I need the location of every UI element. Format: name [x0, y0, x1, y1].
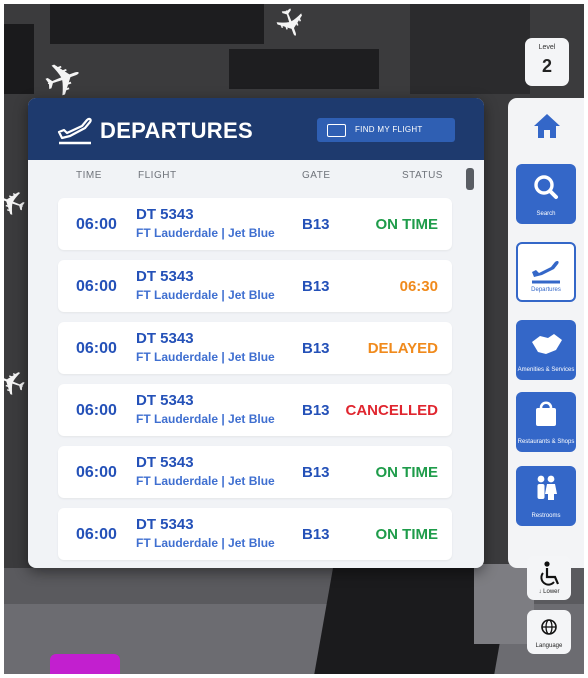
- flight-route: FT Lauderdale | Jet Blue: [136, 288, 275, 302]
- departures-panel: DEPARTURES FIND MY FLIGHT TIME FLIGHT GA…: [28, 98, 484, 568]
- flight-route: FT Lauderdale | Jet Blue: [136, 536, 275, 550]
- flight-route: FT Lauderdale | Jet Blue: [136, 412, 275, 426]
- flight-number: DT 5343: [136, 516, 194, 533]
- flight-status: ON TIME: [375, 216, 439, 233]
- flight-gate: B13: [302, 340, 330, 357]
- lower-label-text: Lower: [543, 589, 560, 595]
- home-icon[interactable]: [532, 112, 562, 140]
- departures-plane-icon: [57, 117, 92, 145]
- nav-label: Amenities & Services: [517, 367, 575, 373]
- flight-number: DT 5343: [136, 330, 194, 347]
- panel-title: DEPARTURES: [100, 118, 253, 143]
- map-building-block: [410, 4, 530, 94]
- flight-time: 06:00: [76, 526, 117, 543]
- flight-time: 06:00: [76, 340, 117, 357]
- column-header-status: STATUS: [402, 170, 443, 181]
- language-label: Language: [535, 643, 563, 649]
- flight-gate: B13: [302, 526, 330, 543]
- flight-route: FT Lauderdale | Jet Blue: [136, 226, 275, 240]
- map-terminal-block: [4, 24, 34, 94]
- flight-row[interactable]: 06:00 DT 5343 FT Lauderdale | Jet Blue B…: [58, 198, 452, 250]
- nav-label: Restaurants & Shops: [517, 439, 575, 445]
- flight-route: FT Lauderdale | Jet Blue: [136, 350, 275, 364]
- find-my-flight-label: FIND MY FLIGHT: [355, 125, 423, 134]
- flight-number: DT 5343: [136, 392, 194, 409]
- nav-search-button[interactable]: Search: [516, 164, 576, 224]
- flight-row[interactable]: 06:00 DT 5343 FT Lauderdale | Jet Blue B…: [58, 508, 452, 560]
- lower-level-button[interactable]: ↓ Lower: [527, 556, 571, 600]
- level-indicator[interactable]: Level 2: [525, 38, 569, 86]
- language-button[interactable]: Language: [527, 610, 571, 654]
- departures-header: DEPARTURES FIND MY FLIGHT: [28, 98, 484, 160]
- flight-time: 06:00: [76, 464, 117, 481]
- flight-row[interactable]: 06:00 DT 5343 FT Lauderdale | Jet Blue B…: [58, 384, 452, 436]
- flight-time: 06:00: [76, 402, 117, 419]
- flight-status: CANCELLED: [345, 402, 439, 419]
- map-terminal-block: [229, 49, 379, 89]
- flight-row[interactable]: 06:00 DT 5343 FT Lauderdale | Jet Blue B…: [58, 260, 452, 312]
- flight-gate: B13: [302, 464, 330, 481]
- nav-label: Search: [536, 211, 556, 217]
- find-my-flight-button[interactable]: FIND MY FLIGHT: [317, 118, 455, 142]
- ticket-icon: [327, 124, 346, 137]
- map-highlight-area: [50, 654, 120, 674]
- flight-time: 06:00: [76, 278, 117, 295]
- scrollbar-thumb[interactable]: [466, 168, 474, 190]
- flight-time: 06:00: [76, 216, 117, 233]
- flight-status: DELAYED: [367, 340, 438, 357]
- map-floor-block: [474, 564, 534, 644]
- nav-restaurants-button[interactable]: Restaurants & Shops: [516, 392, 576, 452]
- flight-gate: B13: [302, 216, 330, 233]
- nav-restrooms-button[interactable]: Restrooms: [516, 466, 576, 526]
- nav-amenities-button[interactable]: Amenities & Services: [516, 320, 576, 380]
- airplane-icon: ✈: [263, 4, 317, 46]
- nav-label: Restrooms: [531, 513, 561, 519]
- flight-route: FT Lauderdale | Jet Blue: [136, 474, 275, 488]
- flight-status: 06:30: [399, 278, 438, 295]
- lower-label: ↓ Lower: [538, 589, 560, 595]
- column-header-flight: FLIGHT: [138, 170, 177, 181]
- nav-departures-button[interactable]: Departures: [516, 242, 576, 302]
- nav-label: Departures: [531, 287, 561, 293]
- flight-gate: B13: [302, 402, 330, 419]
- flight-status: ON TIME: [375, 526, 439, 543]
- column-header-time: TIME: [76, 170, 102, 181]
- level-number: 2: [541, 56, 552, 76]
- flight-number: DT 5343: [136, 268, 194, 285]
- flight-row[interactable]: 06:00 DT 5343 FT Lauderdale | Jet Blue B…: [58, 446, 452, 498]
- column-header-gate: GATE: [302, 170, 331, 181]
- flight-gate: B13: [302, 278, 330, 295]
- level-label: Level: [538, 44, 556, 51]
- map-terminal-block: [50, 4, 264, 44]
- flight-row[interactable]: 06:00 DT 5343 FT Lauderdale | Jet Blue B…: [58, 322, 452, 374]
- flight-number: DT 5343: [136, 454, 194, 471]
- flight-status: ON TIME: [375, 464, 439, 481]
- flight-number: DT 5343: [136, 206, 194, 223]
